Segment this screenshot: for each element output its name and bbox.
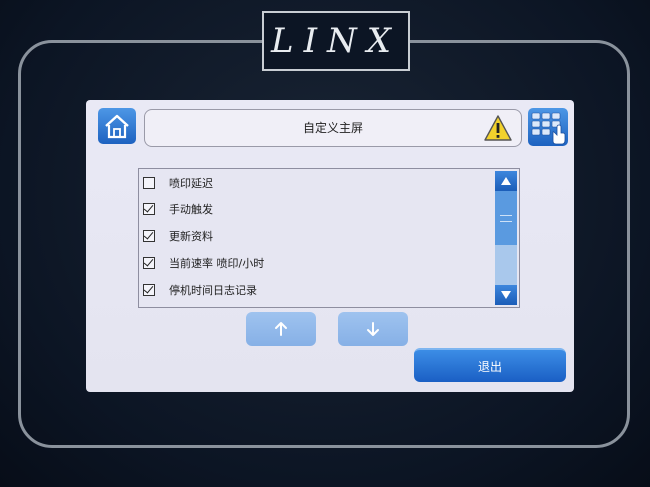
checkbox-print-delay[interactable]: [143, 177, 155, 189]
checkbox-update-data[interactable]: [143, 230, 155, 242]
page-title: 自定义主屏: [302, 121, 363, 135]
exit-button-label: 退出: [477, 359, 502, 374]
list-item-label: 手动触发: [169, 203, 213, 216]
options-list: 喷印延迟 手动触发 更新资料 当前速率 喷印/小时 停机时间日志记录: [138, 168, 520, 308]
list-item[interactable]: 更新资料: [143, 225, 483, 247]
linx-logo: LINX: [262, 11, 410, 71]
list-item[interactable]: 当前速率 喷印/小时: [143, 252, 483, 274]
checkbox-current-rate[interactable]: [143, 257, 155, 269]
checkbox-manual-trigger[interactable]: [143, 203, 155, 215]
triangle-down-icon: [501, 291, 511, 299]
touch-screen: 自定义主屏 喷印延迟 手动触发 更新资料 当前速率 喷印/小时 停机时间日志记录…: [86, 100, 574, 392]
checkbox-downtime-log[interactable]: [143, 284, 155, 296]
arrow-down-icon: [367, 322, 379, 336]
title-bar: 自定义主屏: [144, 109, 522, 147]
move-up-button[interactable]: [246, 312, 316, 346]
list-item[interactable]: 停机时间日志记录: [143, 279, 483, 301]
keypad-button[interactable]: [528, 108, 568, 146]
exit-button[interactable]: 退出: [414, 348, 566, 382]
scroll-down-button[interactable]: [495, 285, 517, 305]
list-item-label: 喷印延迟: [169, 177, 213, 190]
keypad-icon: [531, 112, 566, 145]
list-item-label: 停机时间日志记录: [169, 284, 257, 297]
warning-icon[interactable]: [483, 114, 513, 142]
list-item-label: 当前速率 喷印/小时: [169, 257, 265, 270]
list-item[interactable]: 手动触发: [143, 198, 483, 220]
triangle-up-icon: [501, 177, 511, 185]
arrow-up-icon: [275, 322, 287, 336]
thumb-grip: [500, 215, 512, 222]
scroll-thumb[interactable]: [495, 191, 517, 245]
list-item-label: 更新资料: [169, 230, 213, 243]
scroll-up-button[interactable]: [495, 171, 517, 191]
list-item[interactable]: 喷印延迟: [143, 172, 483, 194]
home-icon: [105, 114, 129, 139]
move-down-button[interactable]: [338, 312, 408, 346]
device-bezel: LINX 自定义主屏 喷印延迟 手动触发 更新资料 当前速率 喷印/小时 停机时…: [0, 0, 650, 487]
list-scrollbar[interactable]: [495, 171, 517, 305]
logo-text: LINX: [271, 21, 401, 61]
home-button[interactable]: [98, 108, 136, 144]
